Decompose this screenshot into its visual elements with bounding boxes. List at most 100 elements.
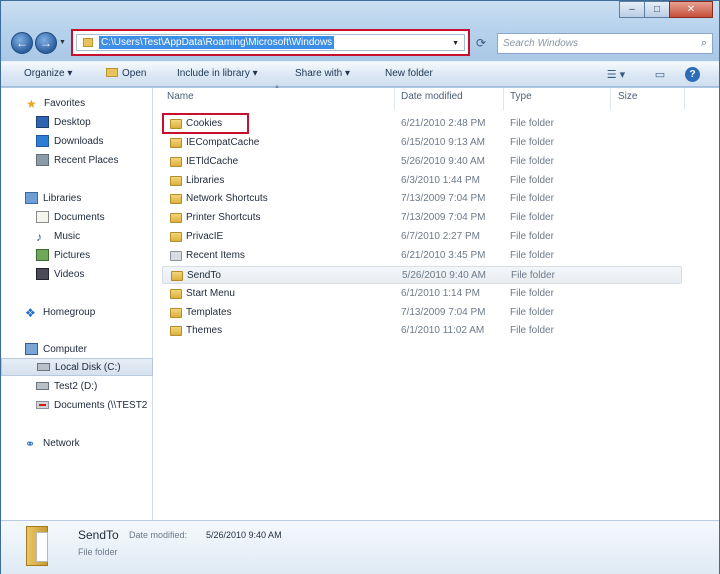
details-type: File folder [78, 547, 118, 557]
file-row[interactable]: Network Shortcuts 7/13/2009 7:04 PM File f… [162, 190, 682, 208]
nav-network-label: Network [43, 437, 80, 449]
nav-pictures-label: Pictures [54, 249, 91, 261]
column-divider[interactable] [394, 88, 395, 110]
file-date-modified: 7/13/2009 7:04 PM [401, 212, 486, 224]
file-row[interactable]: PrivacIE 6/7/2010 2:27 PM File folder [162, 228, 682, 246]
search-icon[interactable]: ⌕ [701, 37, 707, 50]
search-input[interactable]: Search Windows ⌕ [497, 33, 713, 54]
address-dropdown-icon[interactable]: ▼ [452, 40, 459, 47]
nav-libraries-label: Libraries [43, 192, 82, 204]
column-divider[interactable] [503, 88, 504, 110]
navigation-pane[interactable]: ★ Favorites Desktop Downloads Recent Pla… [1, 88, 153, 520]
nav-recent-places[interactable]: Recent Places [1, 151, 153, 169]
nav-music-label: Music [54, 230, 81, 242]
nav-videos[interactable]: Videos [1, 265, 153, 283]
open-label: Open [122, 68, 147, 79]
column-header-date-modified[interactable]: Date modified [401, 91, 463, 102]
file-type: File folder [510, 249, 554, 261]
videos-icon [36, 268, 49, 280]
file-type: File folder [510, 287, 554, 299]
file-row[interactable]: SendTo 5/26/2010 9:40 AM File folder [162, 265, 682, 284]
help-icon[interactable]: ? [685, 67, 700, 82]
file-row[interactable]: Recent Items 6/21/2010 3:45 PM File folder [162, 247, 682, 265]
column-divider[interactable] [610, 88, 611, 110]
forward-button[interactable]: → [35, 32, 57, 54]
column-divider[interactable] [684, 88, 685, 110]
nav-local-disk[interactable]: Local Disk (C:) [1, 358, 153, 376]
refresh-icon[interactable]: ⟳ [473, 36, 489, 50]
back-arrow-icon: ← [16, 36, 28, 50]
file-date-modified: 6/21/2010 3:45 PM [401, 249, 486, 261]
nav-pictures[interactable]: Pictures [1, 246, 153, 264]
main-area: ★ Favorites Desktop Downloads Recent Pla… [1, 84, 719, 520]
view-options-icon[interactable]: ☰ ▾ [604, 67, 628, 82]
open-button[interactable]: Open [106, 68, 146, 79]
file-row[interactable]: Start Menu 6/1/2010 1:14 PM File folder [162, 285, 682, 303]
file-name: Printer Shortcuts [186, 212, 261, 224]
nav-desktop[interactable]: Desktop [1, 113, 153, 131]
nav-computer[interactable]: Computer [1, 340, 153, 358]
file-name: IECompatCache [186, 136, 260, 148]
pictures-icon [36, 249, 49, 261]
file-date-modified: 6/7/2010 2:27 PM [401, 231, 480, 243]
close-button[interactable]: ✕ [669, 1, 713, 18]
file-name: Start Menu [186, 287, 235, 299]
file-date-modified: 6/1/2010 11:02 AM [401, 325, 485, 337]
recent-pages-dropdown[interactable]: ▼ [59, 39, 66, 46]
share-with-button[interactable]: Share with ▾ [295, 68, 350, 79]
search-placeholder: Search Windows [503, 38, 578, 49]
organize-button[interactable]: Organize ▾ [24, 68, 72, 79]
folder-icon [170, 194, 182, 205]
network-icon: ⚭ [25, 437, 36, 451]
downloads-icon [36, 135, 49, 147]
nav-libraries[interactable]: Libraries [1, 189, 153, 207]
file-type: File folder [510, 155, 554, 167]
command-bar: Organize ▾ Open Include in library ▾ Sha… [1, 61, 719, 87]
music-icon: ♪ [36, 230, 42, 244]
column-header-type[interactable]: Type [510, 91, 532, 102]
desktop-icon [36, 116, 49, 128]
file-type: File folder [510, 136, 554, 148]
column-header-name[interactable]: Name [167, 91, 194, 102]
new-folder-button[interactable]: New folder [385, 68, 433, 79]
address-path[interactable]: C:\Users\Test\AppData\Roaming\Microsoft\… [99, 36, 335, 49]
maximize-button[interactable]: □ [644, 1, 670, 18]
file-name: SendTo [187, 269, 221, 281]
minimize-button[interactable]: – [619, 1, 645, 18]
nav-documents-network[interactable]: Documents (\\TEST2 [1, 396, 153, 414]
nav-downloads-label: Downloads [54, 135, 104, 147]
nav-favorites[interactable]: ★ Favorites [1, 94, 153, 112]
nav-homegroup[interactable]: ❖ Homegroup [1, 303, 153, 321]
include-in-library-button[interactable]: Include in library ▾ [177, 68, 258, 79]
column-header-size[interactable]: Size [618, 91, 637, 102]
preview-pane-icon[interactable]: ▭ [652, 67, 668, 82]
nav-music[interactable]: ♪ Music [1, 227, 153, 245]
forward-arrow-icon: → [40, 36, 52, 50]
nav-test2[interactable]: Test2 (D:) [1, 377, 153, 395]
folder-large-icon [26, 526, 52, 566]
file-row[interactable]: Templates 7/13/2009 7:04 PM File folder [162, 304, 682, 322]
back-button[interactable]: ← [11, 32, 33, 54]
file-row[interactable]: IETldCache 5/26/2010 9:40 AM File folder [162, 153, 682, 171]
details-name: SendTo [78, 528, 119, 542]
sort-up-icon: ▲ [274, 84, 280, 90]
file-date-modified: 6/15/2010 9:13 AM [401, 136, 485, 148]
nav-network[interactable]: ⚭ Network [1, 434, 153, 452]
file-list[interactable]: Name ▲ Date modified Type Size Cookies 6/… [154, 84, 719, 520]
file-type: File folder [510, 325, 554, 337]
file-name: Templates [186, 306, 232, 318]
file-row[interactable]: IECompatCache 6/15/2010 9:13 AM File folde… [162, 134, 682, 152]
nav-documents[interactable]: Documents [1, 208, 153, 226]
details-date-label: Date modified: [129, 530, 188, 540]
homegroup-icon: ❖ [25, 306, 36, 320]
folder-icon [171, 270, 183, 281]
address-bar[interactable]: C:\Users\Test\AppData\Roaming\Microsoft\… [76, 34, 465, 51]
file-row[interactable]: Printer Shortcuts 7/13/2009 7:04 PM File f… [162, 209, 682, 227]
file-row[interactable]: Themes 6/1/2010 11:02 AM File folder [162, 322, 682, 340]
file-row[interactable]: Libraries 6/3/2010 1:44 PM File folder [162, 172, 682, 190]
chevron-down-icon: ▼ [59, 39, 66, 46]
address-row: ← → ▼ C:\Users\Test\AppData\Roaming\Micr… [1, 27, 720, 59]
file-type: File folder [510, 118, 554, 129]
file-type: File folder [510, 193, 554, 205]
nav-downloads[interactable]: Downloads [1, 132, 153, 150]
